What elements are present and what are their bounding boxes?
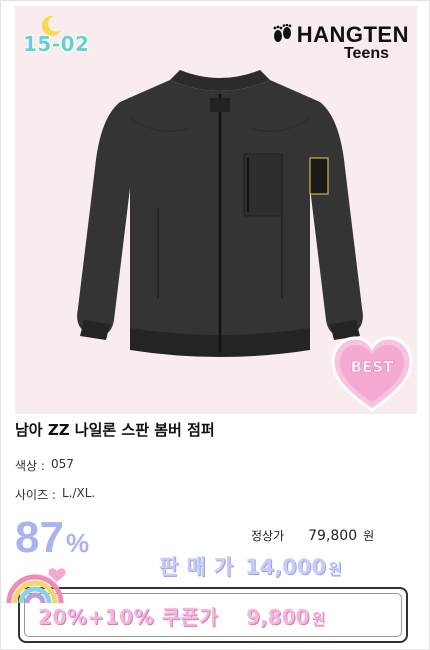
coupon-price-value: 9,800 xyxy=(246,605,310,629)
sale-price-label: 판매가 xyxy=(159,555,241,579)
sale-price: 판매가 14,000 원 xyxy=(159,551,342,581)
sale-price-value: 14,000 xyxy=(244,555,327,579)
color-label: 색상 : xyxy=(15,459,45,473)
regular-price-label: 정상가 xyxy=(251,529,285,543)
coupon-price-unit: 원 xyxy=(311,610,326,628)
product-card[interactable]: 15-02 HANGTEN Teens BEST 남아 ZZ 나일론 스판 봄버… xyxy=(0,0,430,650)
size-label: 사이즈 : xyxy=(15,488,56,502)
regular-price: 정상가 79,800 원 xyxy=(251,527,374,544)
regular-price-value: 79,800 xyxy=(308,528,358,544)
product-code-badge: 15-02 xyxy=(23,32,90,56)
discount-number: 87 xyxy=(15,513,64,562)
product-image-area[interactable]: 15-02 HANGTEN Teens BEST xyxy=(15,6,417,414)
color-value: 057 xyxy=(50,457,74,471)
heart-best-icon: BEST xyxy=(331,336,413,412)
size-value: L./XL. xyxy=(61,486,96,500)
coupon-price-label: 20%+10% 쿠폰가 xyxy=(38,605,219,629)
product-title[interactable]: 남아 ZZ 나일론 스판 봄버 점퍼 xyxy=(15,419,215,440)
footprints-icon xyxy=(273,24,292,42)
jacket-image xyxy=(77,70,363,357)
coupon-price-box: 20%+10% 쿠폰가 9,800 원 xyxy=(18,587,408,643)
size-spec: 사이즈 : L./XL. xyxy=(15,486,95,503)
brand-logo: HANGTEN Teens xyxy=(271,22,409,63)
best-badge-text: BEST xyxy=(351,358,394,376)
coupon-price: 20%+10% 쿠폰가 9,800 원 xyxy=(38,601,325,630)
discount-percent: % xyxy=(65,528,90,558)
regular-price-unit: 원 xyxy=(363,529,375,543)
discount-rate: 87 % xyxy=(15,516,89,560)
color-spec: 색상 : 057 xyxy=(15,457,74,474)
sale-price-unit: 원 xyxy=(328,560,342,578)
rainbow-icon xyxy=(6,568,66,604)
